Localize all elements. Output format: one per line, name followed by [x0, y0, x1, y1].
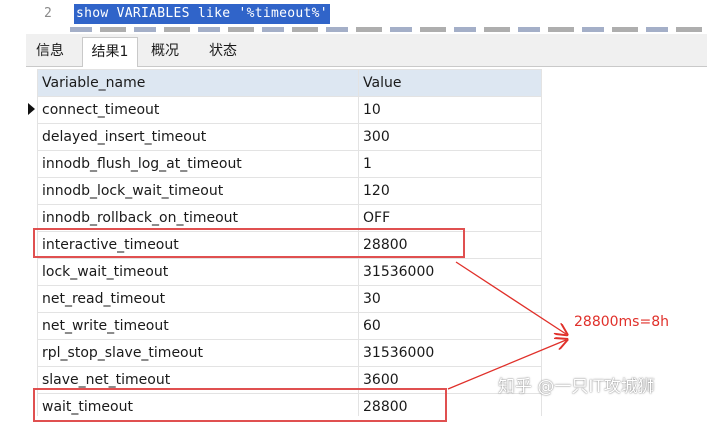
annotation-arrows [447, 261, 707, 390]
arrow-from-interactive-timeout [455, 261, 566, 334]
annotation-note: 28800ms=8h [574, 314, 669, 330]
watermark: 知乎 @一只IT攻城狮 [498, 377, 655, 397]
